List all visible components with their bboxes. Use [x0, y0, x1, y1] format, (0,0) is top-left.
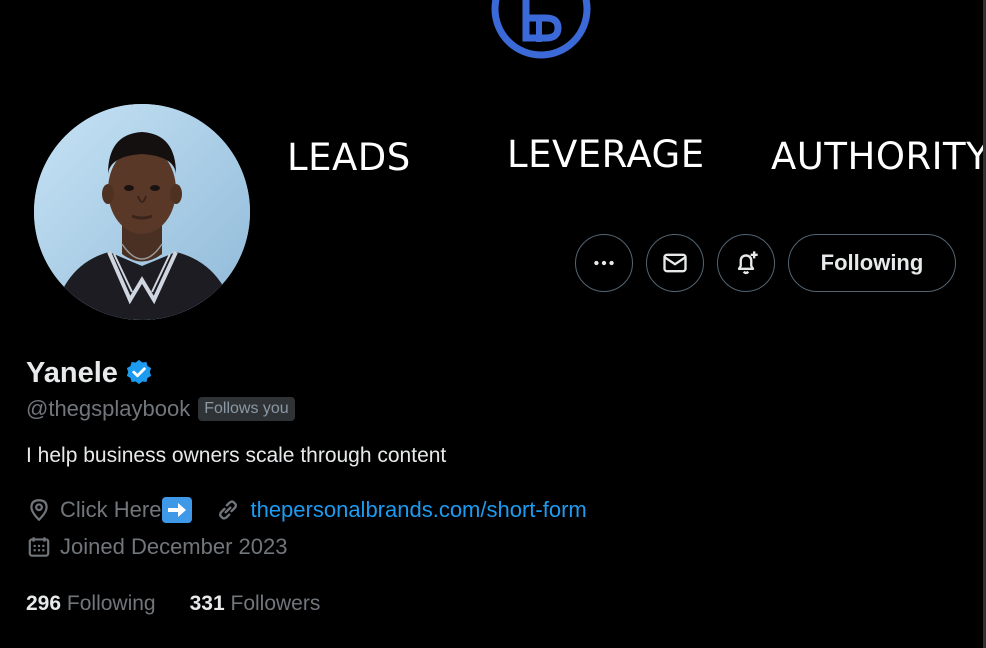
followers-label: Followers: [230, 592, 321, 615]
verified-badge-icon[interactable]: [124, 358, 154, 388]
followers-count-link[interactable]: 331 Followers: [190, 592, 321, 616]
website: thepersonalbrands.com/short-form: [214, 496, 587, 524]
link-icon: [219, 500, 238, 520]
pb-monogram-icon: [491, 0, 591, 59]
calendar-icon: [28, 537, 50, 557]
name-row: Yanele: [26, 352, 966, 394]
display-name: Yanele: [26, 356, 118, 389]
joined-text: Joined December 2023: [60, 534, 288, 559]
profile-actions: Following: [575, 234, 956, 292]
follows-you-badge: Follows you: [198, 397, 295, 421]
following-count: 296: [26, 592, 62, 615]
followers-count: 331: [189, 592, 225, 615]
banner-word-leverage: LEVERAGE: [507, 133, 705, 176]
mail-icon: [663, 253, 687, 273]
joined-date: Joined December 2023: [26, 534, 287, 560]
notifications-button[interactable]: [717, 234, 775, 292]
profile-info: Yanele @thegsplaybook Follows you I help…: [26, 352, 966, 616]
following-count-link[interactable]: 296 Following: [26, 592, 156, 616]
website-link[interactable]: thepersonalbrands.com/short-form: [250, 497, 586, 523]
avatar-photo: [34, 104, 250, 320]
profile-meta: Click Here thepersonalbrands.com/short-f…: [26, 494, 966, 526]
location: Click Here: [26, 497, 161, 523]
location-text: Click Here: [60, 497, 162, 522]
banner-word-authority: AUTHORITY: [771, 135, 986, 178]
location-pin-icon: [30, 499, 48, 522]
bio: I help business owners scale through con…: [26, 444, 447, 467]
bell-plus-icon: [737, 251, 758, 275]
joined-row: Joined December 2023: [26, 532, 966, 562]
following-button[interactable]: Following: [788, 234, 956, 292]
more-button[interactable]: [575, 234, 633, 292]
follow-counts: 296 Following 331 Followers: [26, 592, 966, 616]
banner-word-leads: LEADS: [287, 136, 411, 179]
message-button[interactable]: [646, 234, 704, 292]
handle: @thegsplaybook: [26, 396, 191, 421]
avatar[interactable]: [30, 100, 254, 324]
following-label: Following: [66, 592, 156, 615]
more-icon: [594, 260, 614, 266]
handle-row: @thegsplaybook Follows you: [26, 392, 966, 426]
right-arrow-emoji-icon: [162, 497, 193, 523]
